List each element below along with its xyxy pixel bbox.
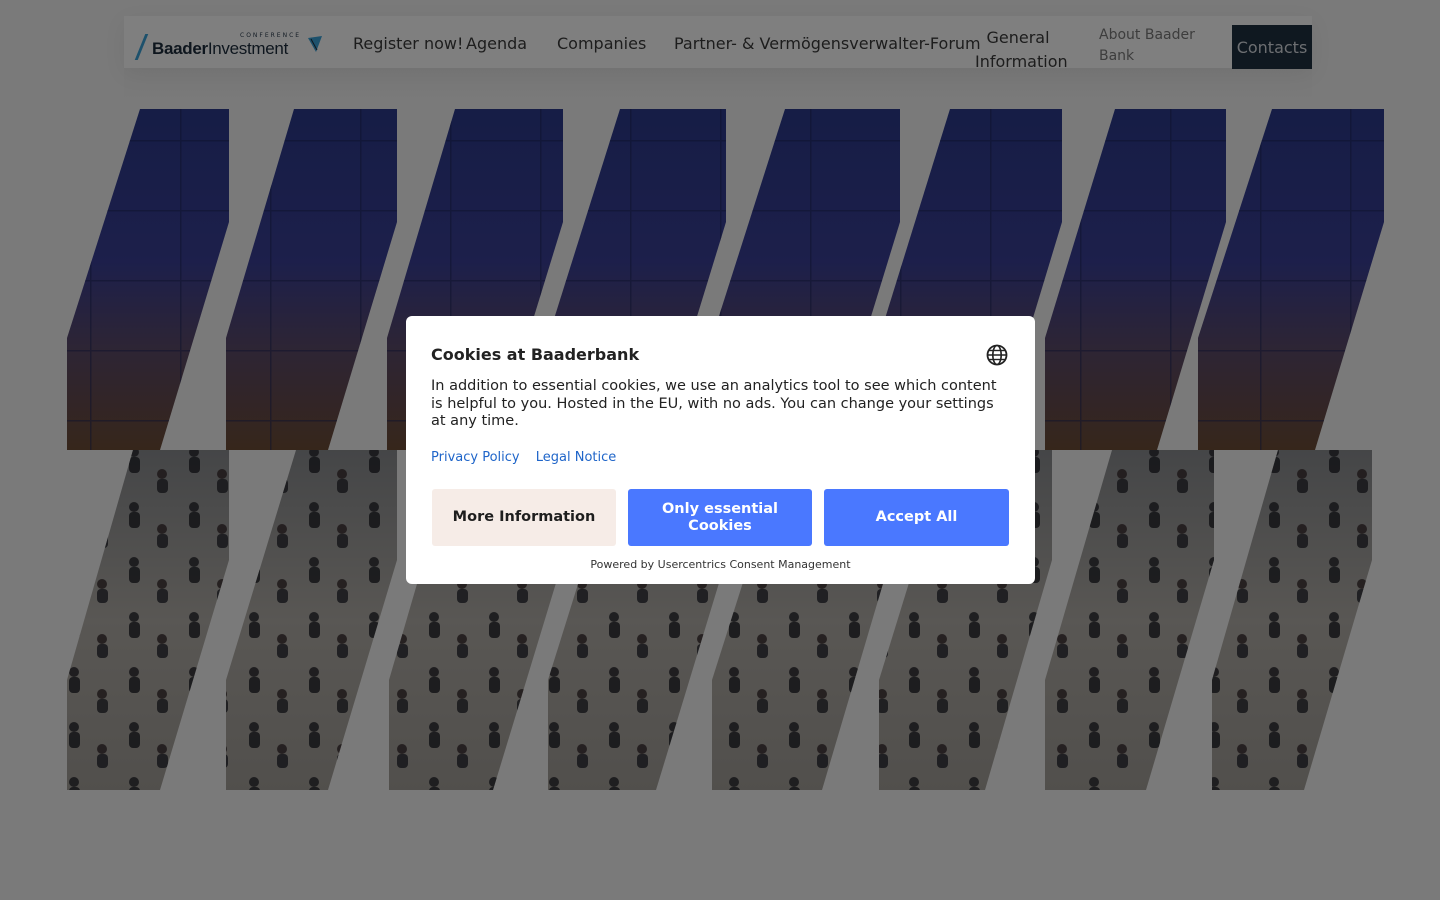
powered-by-text: Powered by Usercentrics Consent Manageme…: [590, 558, 851, 571]
cookie-dialog-title: Cookies at Baaderbank: [431, 345, 640, 364]
accept-all-button[interactable]: Accept All: [824, 489, 1009, 546]
cookie-consent-dialog: Cookies at Baaderbank In addition to ess…: [406, 316, 1035, 584]
cookie-dialog-links: Privacy Policy Legal Notice: [431, 450, 628, 465]
cookie-dialog-body: In addition to essential cookies, we use…: [431, 378, 997, 430]
privacy-policy-link[interactable]: Privacy Policy: [431, 450, 520, 465]
page: CONFERENCE BaaderInvestment Register now…: [0, 0, 1440, 900]
only-essential-cookies-button[interactable]: Only essential Cookies: [628, 489, 812, 546]
legal-notice-link[interactable]: Legal Notice: [536, 450, 617, 465]
globe-icon[interactable]: [986, 344, 1008, 366]
more-information-button[interactable]: More Information: [432, 489, 616, 546]
